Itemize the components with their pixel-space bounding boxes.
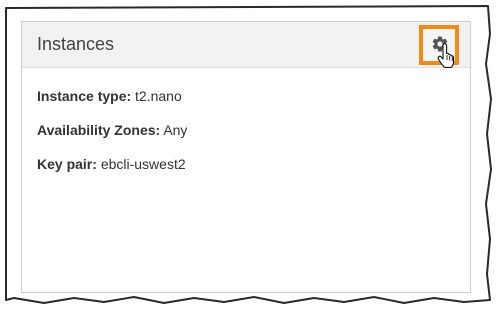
field-label: Instance type: xyxy=(37,88,132,104)
panel-title: Instances xyxy=(37,34,115,54)
instance-type-field: Instance type: t2.nano xyxy=(37,86,457,106)
hand-pointer-cursor-icon xyxy=(437,43,455,68)
field-value: t2.nano xyxy=(135,88,182,104)
field-value: Any xyxy=(163,122,188,138)
field-label: Availability Zones: xyxy=(37,122,161,138)
panel-header: Instances xyxy=(22,22,470,68)
panel-body: Instance type: t2.nano Availability Zone… xyxy=(37,86,457,188)
key-pair-field: Key pair: ebcli-uswest2 xyxy=(37,154,457,174)
instances-panel: Instances Instance type: t2.nano Availab… xyxy=(21,21,471,293)
screenshot-canvas: Instances Instance type: t2.nano Availab… xyxy=(0,0,496,313)
settings-button[interactable] xyxy=(419,25,459,68)
field-value: ebcli-uswest2 xyxy=(100,156,186,172)
availability-zones-field: Availability Zones: Any xyxy=(37,120,457,140)
field-label: Key pair: xyxy=(37,156,97,172)
